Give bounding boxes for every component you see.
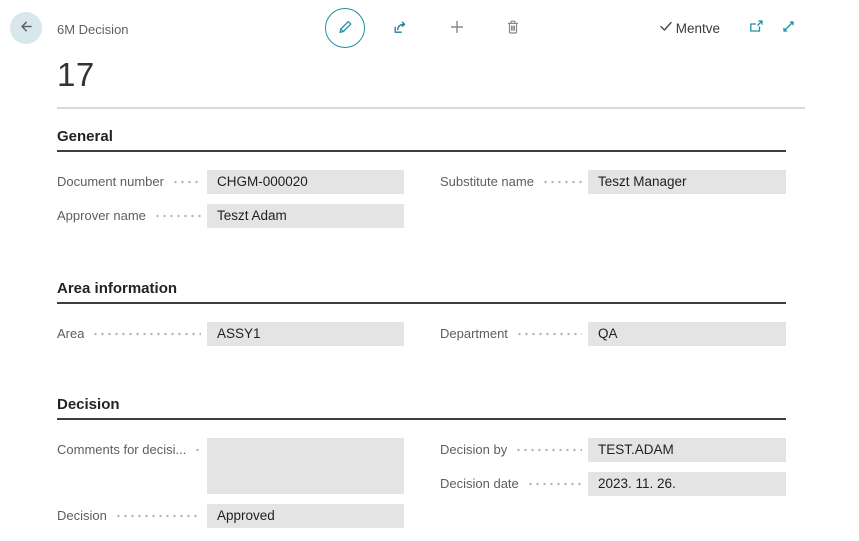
window-actions: Mentve [658,8,797,48]
saved-status-label: Mentve [676,21,720,36]
share-button[interactable] [392,18,410,39]
field-document-number: Document number CHGM-000020 [57,170,404,194]
record-title: 17 [57,56,859,94]
dotted-leader [194,438,201,462]
decision-by-label: Decision by [440,438,507,462]
comments-label: Comments for decisi... [57,438,186,462]
trash-icon [504,18,522,39]
dotted-leader [172,170,201,194]
delete-button[interactable] [504,18,522,39]
header-divider [57,107,805,109]
decision-date-input[interactable]: 2023. 11. 26. [588,472,786,496]
section-area-information: Area information Area ASSY1 Department Q… [57,280,786,356]
section-general: General Document number CHGM-000020 Appr… [57,128,786,238]
field-approver-name: Approver name Teszt Adam [57,204,404,228]
dotted-leader [527,472,582,496]
field-comments: Comments for decisi... [57,438,404,494]
field-decision-date: Decision date 2023. 11. 26. [440,472,786,496]
section-general-title: General [57,128,786,152]
area-input[interactable]: ASSY1 [207,322,404,346]
section-decision: Decision Comments for decisi... Decision… [57,396,786,538]
decision-date-label: Decision date [440,472,519,496]
open-in-window-icon [748,18,765,38]
document-number-label: Document number [57,170,164,194]
dotted-leader [542,170,582,194]
document-number-input[interactable]: CHGM-000020 [207,170,404,194]
section-area-information-title: Area information [57,280,786,304]
pencil-icon [336,18,354,39]
substitute-name-input[interactable]: Teszt Manager [588,170,786,194]
new-record-button[interactable] [448,18,466,39]
area-label: Area [57,322,84,346]
dotted-leader [154,204,201,228]
edit-button[interactable] [325,8,365,48]
expand-diagonal-icon [780,18,797,38]
dotted-leader [515,438,582,462]
comments-textarea[interactable] [207,438,404,494]
field-department: Department QA [440,322,786,346]
share-icon [392,18,410,39]
department-input[interactable]: QA [588,322,786,346]
section-decision-title: Decision [57,396,786,420]
decision-input[interactable]: Approved [207,504,404,528]
decision-by-input[interactable]: TEST.ADAM [588,438,786,462]
saved-status: Mentve [658,18,720,39]
back-button[interactable] [10,12,42,44]
approver-name-input[interactable]: Teszt Adam [207,204,404,228]
popout-button[interactable] [748,18,765,38]
field-substitute-name: Substitute name Teszt Manager [440,170,786,194]
dotted-leader [516,322,582,346]
field-area: Area ASSY1 [57,322,404,346]
fullscreen-button[interactable] [780,18,797,38]
field-decision-by: Decision by TEST.ADAM [440,438,786,462]
department-label: Department [440,322,508,346]
plus-icon [448,18,466,39]
approver-name-label: Approver name [57,204,146,228]
field-decision: Decision Approved [57,504,404,528]
dotted-leader [92,322,201,346]
record-actions [325,8,522,48]
decision-label: Decision [57,504,107,528]
dotted-leader [115,504,201,528]
arrow-left-icon [18,18,35,38]
substitute-name-label: Substitute name [440,170,534,194]
top-bar: 6M Decision [0,0,859,50]
check-icon [658,18,674,39]
page-caption: 6M Decision [57,22,129,37]
